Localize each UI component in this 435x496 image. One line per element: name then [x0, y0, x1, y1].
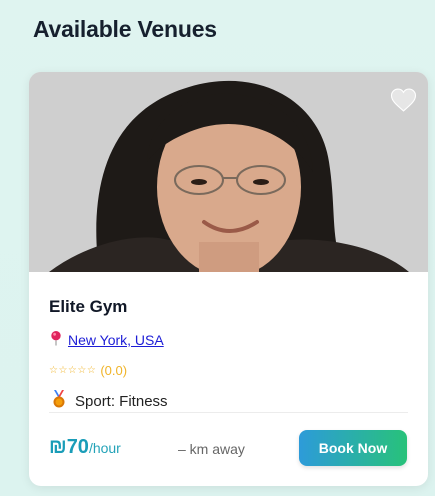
- location-link[interactable]: New York, USA: [68, 332, 164, 348]
- price-unit: /hour: [88, 440, 121, 456]
- price-amount: 70: [66, 436, 89, 458]
- medal-icon: [51, 390, 67, 412]
- favorite-heart-icon[interactable]: [389, 86, 417, 114]
- card-divider: [49, 412, 408, 413]
- price-currency: ₪: [49, 436, 67, 458]
- sport-label: Sport: Fitness: [75, 392, 168, 410]
- rating-row: ☆☆☆☆☆ (0.0): [49, 363, 127, 378]
- page-title: Available Venues: [33, 16, 217, 42]
- map-pin-icon: [50, 331, 62, 349]
- book-now-button[interactable]: Book Now: [299, 430, 407, 466]
- rating-value: (0.0): [100, 363, 128, 378]
- location-row: New York, USA: [50, 331, 164, 349]
- rating-stars: ☆☆☆☆☆: [49, 365, 97, 376]
- sport-row: Sport: Fitness: [51, 390, 168, 412]
- venue-card[interactable]: Elite Gym New York, USA ☆☆☆☆☆ (0.0) Spor…: [29, 72, 428, 486]
- distance-label: – km away: [178, 441, 245, 457]
- venue-name: Elite Gym: [49, 297, 128, 316]
- venue-photo: [29, 72, 428, 272]
- price: ₪ 70 /hour: [49, 436, 121, 459]
